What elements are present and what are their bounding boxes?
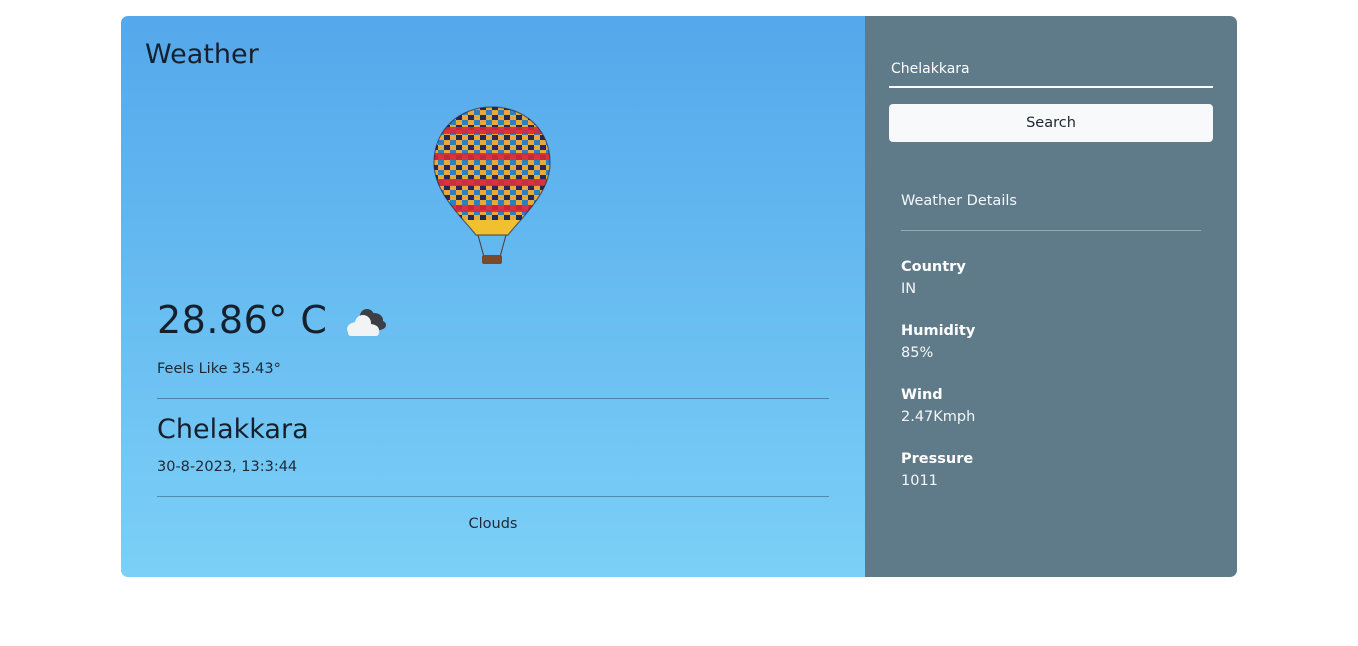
detail-pressure: Pressure 1011 [901, 451, 973, 489]
search-sidebar: Search Weather Details Country IN Humidi… [865, 16, 1237, 577]
weather-card: Weather 28.86° C Feels Like 35.43° Chela… [121, 16, 1237, 577]
hot-air-balloon-image [433, 106, 551, 264]
detail-label: Humidity [901, 323, 976, 339]
temperature: 28.86° C [157, 298, 328, 342]
detail-humidity: Humidity 85% [901, 323, 975, 361]
date-time: 30-8-2023, 13:3:44 [157, 459, 298, 475]
current-weather-panel: Weather 28.86° C Feels Like 35.43° Chela… [121, 16, 865, 577]
divider [901, 230, 1201, 231]
feels-like-text: Feels Like 35.43° [157, 361, 281, 377]
detail-label: Pressure [901, 451, 974, 467]
city-name: Chelakkara [157, 414, 309, 445]
detail-label: Country [901, 259, 966, 275]
detail-label: Wind [901, 387, 943, 403]
detail-value: IN [901, 281, 917, 297]
detail-country: Country IN [901, 259, 966, 297]
detail-value: 2.47Kmph [901, 409, 976, 425]
divider [157, 398, 829, 399]
search-button[interactable]: Search [889, 104, 1213, 142]
detail-wind: Wind 2.47Kmph [901, 387, 975, 425]
temperature-row: 28.86° C [157, 298, 387, 342]
cloud-icon [347, 309, 387, 336]
weather-details-heading: Weather Details [901, 193, 1017, 209]
weather-condition: Clouds [468, 516, 518, 532]
detail-value: 1011 [901, 473, 938, 489]
app-title: Weather [145, 39, 259, 70]
city-search-input[interactable] [889, 52, 1213, 88]
divider [157, 496, 829, 497]
detail-value: 85% [901, 345, 934, 361]
